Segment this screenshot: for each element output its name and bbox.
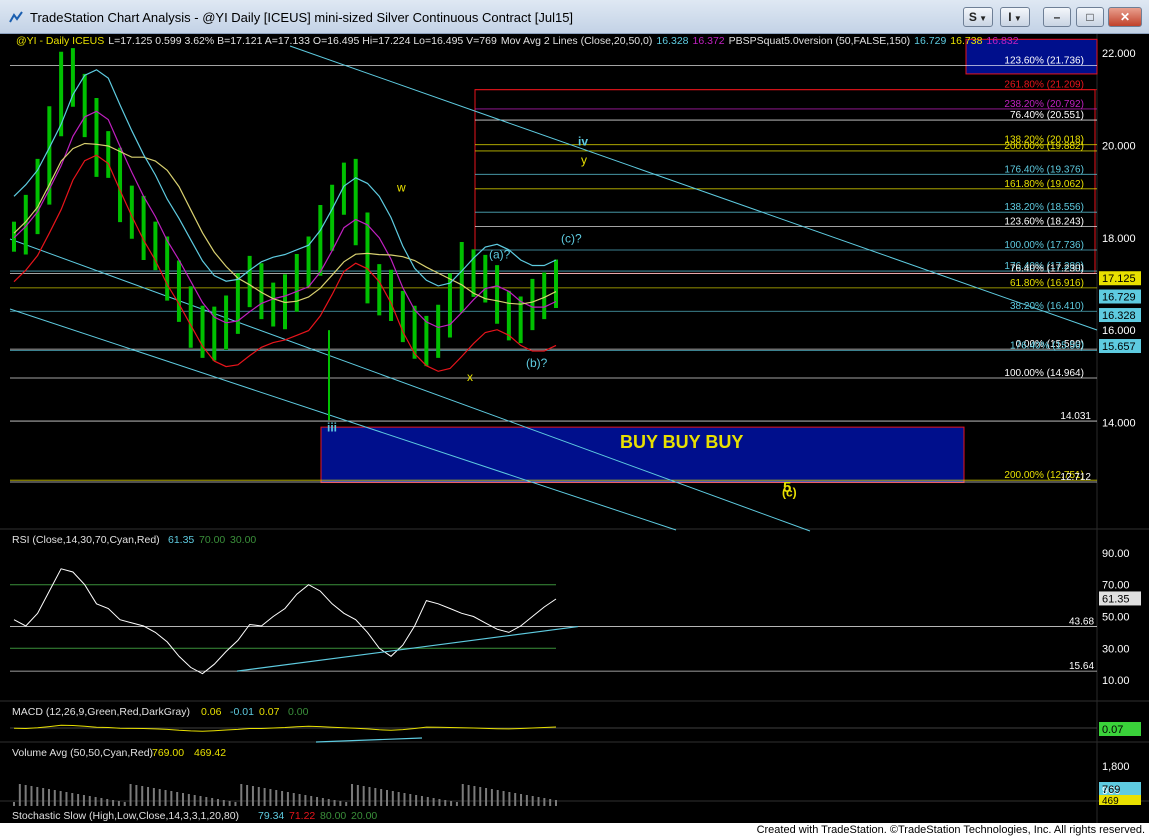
rsi-axis-tick-0: 90.00 [1102, 548, 1130, 560]
rsi-axis-tick-4: 10.00 [1102, 675, 1130, 687]
fib-level-label-8: 138.20% (18.556) [1004, 202, 1084, 213]
fib-level-label-13: 61.80% (16.916) [1010, 278, 1084, 289]
price-tag-0: 17.125 [1102, 273, 1136, 285]
stochastic-legend-value-0: 79.34 [258, 810, 284, 822]
fib-level-label-2: 238.20% (20.792) [1004, 99, 1084, 110]
legend-study-value-2: 16.832 [986, 35, 1018, 47]
wave-label-3: y [581, 153, 587, 167]
legend-study-value-0: 16.729 [914, 35, 946, 47]
volume-legend-value-1: 469.42 [194, 747, 226, 759]
fib-level-label-9: 123.60% (18.243) [1004, 217, 1084, 228]
legend-quote: L=17.125 0.599 3.62% B=17.121 A=17.133 O… [108, 35, 497, 47]
rsi-legend-value-0: 61.35 [168, 534, 194, 546]
legend-series-name: @YI - Daily ICEUS [16, 35, 104, 47]
fib-level-label-20: 12.712 [1060, 472, 1091, 483]
volume-axis-tick-0: 1,800 [1102, 761, 1130, 773]
macd-legend-value-2: 0.07 [259, 706, 280, 718]
minimize-icon: – [1053, 10, 1061, 24]
fib-level-label-16: 176.40% (15.56) [1010, 340, 1084, 351]
fib-level-label-14: 38.20% (16.410) [1010, 301, 1084, 312]
price-axis-tick-2: 18.000 [1102, 233, 1136, 245]
rsi-axis-tick-2: 50.00 [1102, 612, 1130, 624]
fib-level-label-17: 100.00% (14.964) [1004, 368, 1084, 379]
rsi-title: RSI (Close,14,30,70,Cyan,Red) [12, 534, 160, 546]
wave-label-5: (b)? [526, 356, 548, 370]
macd-last-value: 0.07 [1102, 724, 1123, 736]
maximize-button[interactable]: □ [1076, 7, 1104, 27]
macd-legend-value-1: -0.01 [230, 706, 254, 718]
fib-level-label-7: 161.80% (19.062) [1004, 179, 1084, 190]
price-tag-1: 16.729 [1102, 292, 1136, 304]
rsi-legend-value-2: 30.00 [230, 534, 256, 546]
legend-ma-value-1: 16.372 [693, 35, 725, 47]
wave-label-6: (c)? [561, 231, 582, 245]
footer-bar: Created with TradeStation. ©TradeStation… [0, 823, 1149, 838]
stochastic-legend-value-1: 71.22 [289, 810, 315, 822]
tradestation-app-icon [9, 11, 23, 23]
wave-label-1: x [467, 370, 473, 384]
volume-title: Volume Avg (50,50,Cyan,Red) [12, 747, 153, 759]
price-axis-tick-4: 14.000 [1102, 418, 1136, 430]
macd-legend-value-0: 0.06 [201, 706, 222, 718]
rsi-axis-tick-3: 30.00 [1102, 643, 1130, 655]
stochastic-title: Stochastic Slow (High,Low,Close,14,3,3,1… [12, 810, 239, 822]
fib-level-label-1: 261.80% (21.209) [1004, 80, 1084, 91]
fib-level-label-5: 200.00% (19.882) [1004, 141, 1084, 152]
fib-level-label-10: 100.00% (17.736) [1004, 240, 1084, 251]
chevron-down-icon: ▼ [1011, 14, 1022, 23]
footer-credit: Created with TradeStation. ©TradeStation… [756, 824, 1145, 836]
chevron-down-icon: ▼ [976, 14, 988, 23]
price-axis-tick-3: 16.000 [1102, 325, 1136, 337]
volume-last-value-1: 469 [1102, 796, 1119, 807]
wave-label-7: iii [327, 421, 337, 435]
fib-level-label-18: 14.031 [1060, 411, 1091, 422]
wave-label-2: iv [578, 134, 588, 148]
buy-zone-label: BUY BUY BUY [620, 432, 743, 452]
wave-label-4: (a)? [489, 248, 511, 262]
macd-title: MACD (12,26,9,Green,Red,DarkGray) [12, 706, 190, 718]
rsi-level-label-1: 15.64 [1069, 661, 1094, 672]
rsi-level-label-0: 43.68 [1069, 617, 1094, 628]
legend-ma-value-0: 16.328 [656, 35, 688, 47]
window-titlebar: TradeStation Chart Analysis - @YI Daily … [0, 0, 1149, 34]
price-axis-tick-1: 20.000 [1102, 140, 1136, 152]
stochastic-legend-value-2: 80.00 [320, 810, 346, 822]
s-menu-button[interactable]: S ▼ [963, 7, 993, 27]
volume-last-value-0: 769 [1102, 784, 1120, 796]
close-icon: ✕ [1119, 10, 1131, 24]
price-tag-3: 15.657 [1102, 341, 1136, 353]
stochastic-legend-value-3: 20.00 [351, 810, 377, 822]
fib-level-label-12: 76.40% (17.230) [1010, 263, 1084, 274]
rsi-legend-value-1: 70.00 [199, 534, 225, 546]
chart-canvas: 22.000 20.000 18.000 16.000 14.000 BUY BUY BU… [0, 34, 1149, 823]
minimize-button[interactable]: – [1043, 7, 1071, 27]
i-menu-button[interactable]: I ▼ [1000, 7, 1030, 27]
rsi-axis-tick-1: 70.00 [1102, 580, 1130, 592]
s-button-label: S [968, 10, 977, 24]
legend-study-value-1: 16.738 [950, 35, 982, 47]
legend-ma-label: Mov Avg 2 Lines (Close,20,50,0) [501, 35, 653, 47]
fib-level-label-3: 76.40% (20.551) [1010, 110, 1084, 121]
maximize-icon: □ [1086, 10, 1094, 24]
wave-label-9: (c) [782, 485, 797, 499]
fib-level-label-6: 176.40% (19.376) [1004, 164, 1084, 175]
legend-study-label: PBSPSquat5.0version (50,FALSE,150) [729, 35, 911, 47]
volume-legend-value-0: 769.00 [152, 747, 184, 759]
fib-level-label-0: 123.60% (21.736) [1004, 55, 1084, 66]
macd-legend-value-3: 0.00 [288, 706, 309, 718]
price-legend: @YI - Daily ICEUS L=17.125 0.599 3.62% B=… [16, 35, 1019, 47]
price-tag-2: 16.328 [1102, 310, 1136, 322]
rsi-last-value: 61.35 [1102, 593, 1130, 605]
price-axis-tick-0: 22.000 [1102, 48, 1136, 60]
wave-label-0: w [396, 181, 406, 195]
window-title: TradeStation Chart Analysis - @YI Daily … [30, 10, 574, 25]
close-button[interactable]: ✕ [1108, 7, 1142, 27]
